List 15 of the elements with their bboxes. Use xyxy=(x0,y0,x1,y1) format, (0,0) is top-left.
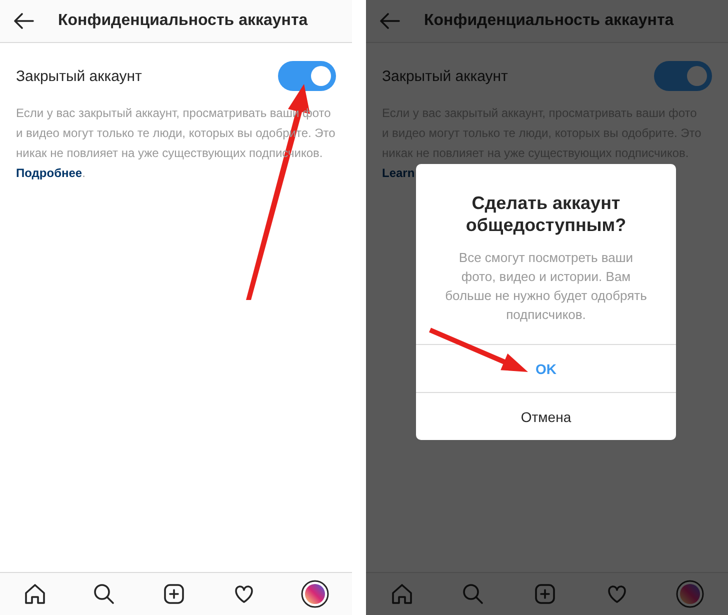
setting-label: Закрытый аккаунт xyxy=(382,68,508,84)
dialog-title: Сделать аккаунт общедоступным? xyxy=(464,192,628,236)
dialog-message: Все смогут посмотреть ваши фото, видео и истории. Вам больше не нужно будет одобрять подписчиков. xyxy=(444,249,648,324)
toggle-switch[interactable] xyxy=(654,61,712,91)
profile-avatar-icon[interactable] xyxy=(301,580,330,608)
learn-more-link[interactable]: Подробнее xyxy=(16,163,82,183)
setting-label: Закрытый аккаунт xyxy=(16,68,142,84)
page-title: Конфиденциальность аккаунта xyxy=(424,12,674,30)
home-icon[interactable] xyxy=(22,582,47,606)
period-text: . xyxy=(82,165,86,182)
page-title: Конфиденциальность аккаунта xyxy=(58,12,308,30)
toggle-switch[interactable] xyxy=(278,61,336,91)
search-icon[interactable] xyxy=(92,582,116,606)
cancel-button[interactable]: Отмена xyxy=(416,392,676,440)
plus-square-icon[interactable] xyxy=(162,582,186,606)
